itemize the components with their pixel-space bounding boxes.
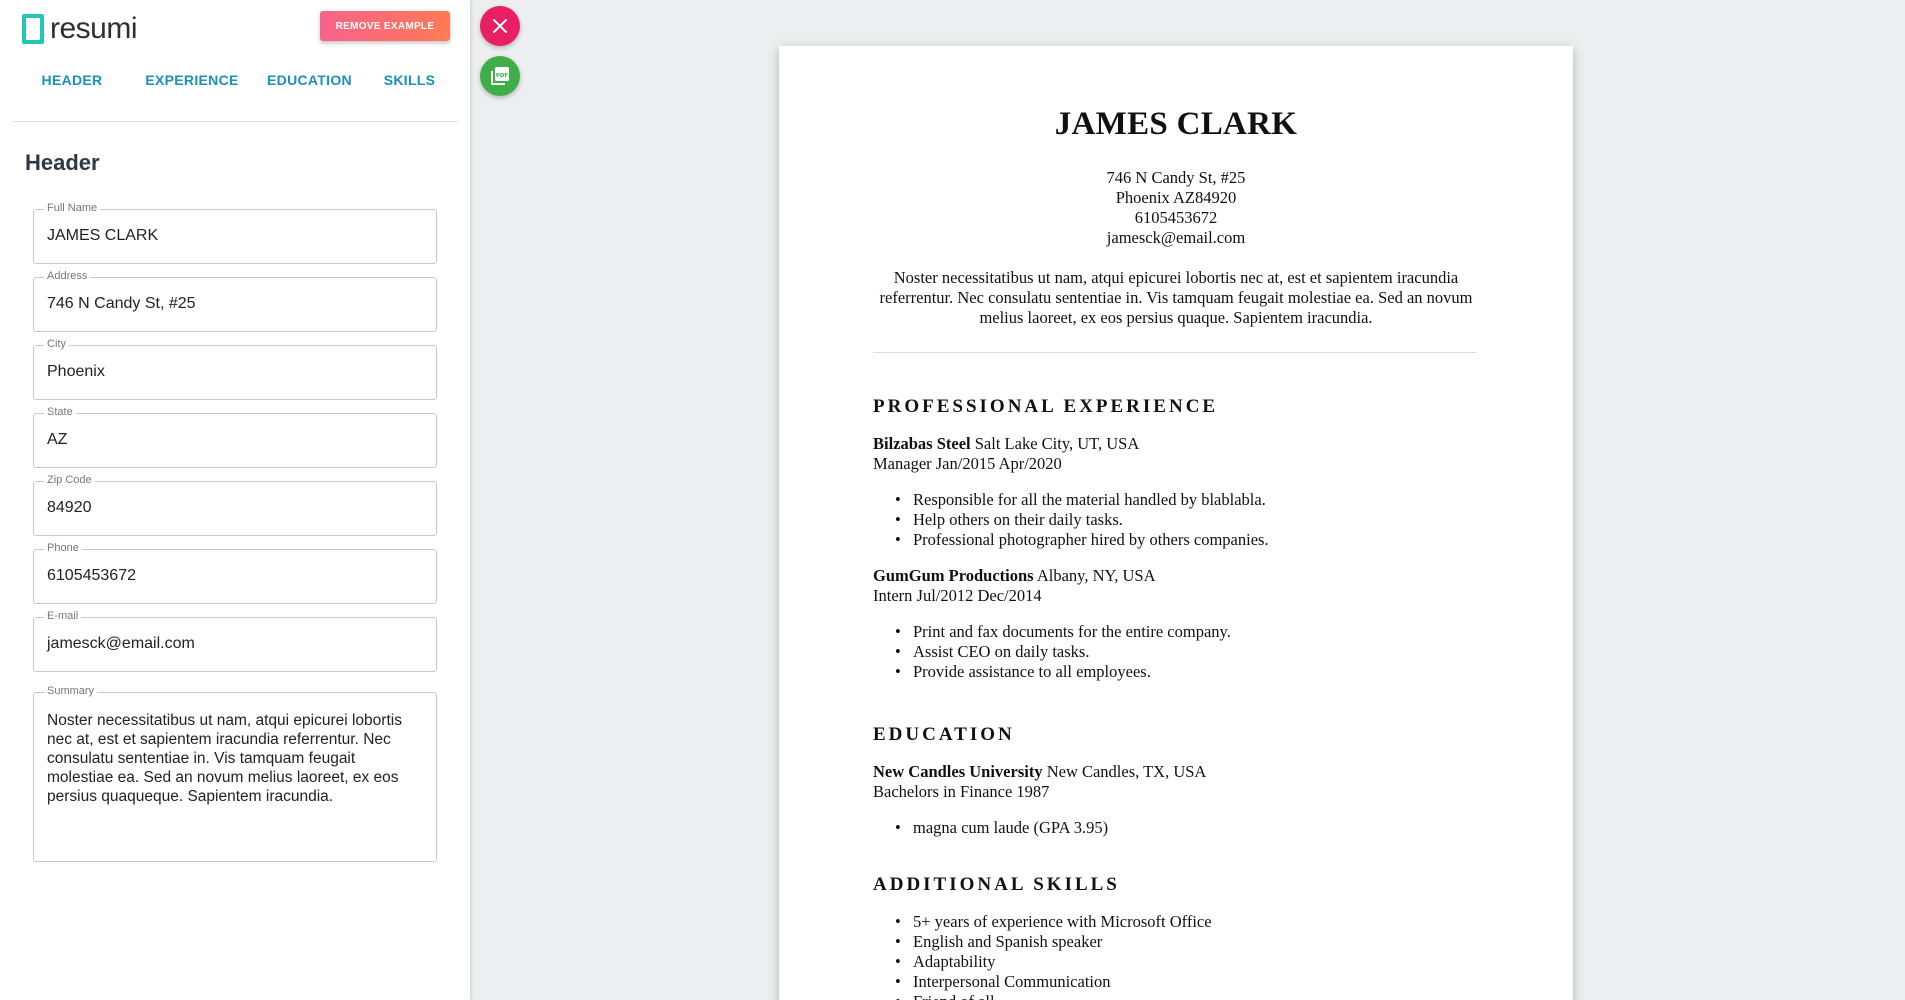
logo-icon	[22, 14, 44, 44]
list-item: Friend of all	[895, 992, 1493, 1000]
tab-skills[interactable]: SKILLS	[367, 62, 452, 121]
job-role: Intern Jul/2012 Dec/2014	[873, 586, 1042, 605]
field-label: State	[44, 406, 76, 418]
state-field[interactable]: State AZ	[33, 406, 437, 468]
summary-field[interactable]: Summary Noster necessitatibus ut nam, at…	[33, 685, 437, 862]
field-label: Zip Code	[44, 474, 95, 486]
resume-address: 746 N Candy St, #25	[1106, 168, 1246, 187]
field-value[interactable]: Noster necessitatibus ut nam, atqui epic…	[47, 711, 424, 806]
close-icon	[493, 19, 507, 33]
list-item: Adaptability	[895, 952, 1493, 972]
degree: Bachelors in Finance 1987	[873, 782, 1050, 801]
tab-experience[interactable]: EXPERIENCE	[132, 62, 252, 121]
section-heading: PROFESSIONAL EXPERIENCE	[873, 396, 1219, 417]
skills-list: 5+ years of experience with Microsoft Of…	[895, 912, 1493, 1000]
list-item: Interpersonal Communication	[895, 972, 1493, 992]
resume-email: jamesck@email.com	[1106, 228, 1246, 247]
job-bullets: Print and fax documents for the entire c…	[895, 622, 1493, 682]
field-value[interactable]: 746 N Candy St, #25	[47, 295, 196, 313]
resume-contact: 746 N Candy St, #25 Phoenix AZ84920 6105…	[779, 168, 1573, 248]
company-location: Salt Lake City, UT, USA	[974, 434, 1140, 453]
field-label: City	[44, 338, 69, 350]
form-section-title: Header	[25, 150, 100, 175]
experience-section: PROFESSIONAL EXPERIENCE Bilzabas Steel S…	[873, 396, 1493, 682]
job-bullets: Responsible for all the material handled…	[895, 490, 1493, 550]
list-item: Responsible for all the material handled…	[895, 490, 1493, 510]
logo-text: resumi	[50, 12, 138, 45]
email-field[interactable]: E-mail jamesck@email.com	[33, 610, 437, 672]
section-heading: ADDITIONAL SKILLS	[873, 874, 1120, 895]
company-location: Albany, NY, USA	[1036, 566, 1156, 585]
education-section: EDUCATION New Candles University New Can…	[873, 724, 1493, 838]
company-name: GumGum Productions	[873, 566, 1034, 585]
list-item: 5+ years of experience with Microsoft Of…	[895, 912, 1493, 932]
field-label: E-mail	[44, 610, 82, 622]
field-value[interactable]: jamesck@email.com	[47, 635, 195, 653]
resume-summary: Noster necessitatibus ut nam, atqui epic…	[879, 268, 1473, 327]
school-location: New Candles, TX, USA	[1046, 762, 1207, 781]
field-value[interactable]: 84920	[47, 499, 92, 517]
list-item: Print and fax documents for the entire c…	[895, 622, 1493, 642]
job-entry: Bilzabas Steel Salt Lake City, UT, USA M…	[873, 434, 1493, 550]
field-value[interactable]: Phoenix	[47, 363, 105, 381]
field-value[interactable]: 6105453672	[47, 567, 136, 585]
field-label: Full Name	[44, 202, 101, 214]
tab-education[interactable]: EDUCATION	[252, 62, 367, 121]
address-field[interactable]: Address 746 N Candy St, #25	[33, 270, 437, 332]
field-value[interactable]: JAMES CLARK	[47, 227, 158, 245]
field-label: Phone	[44, 542, 82, 554]
resume-city-state-zip: Phoenix AZ84920	[1115, 188, 1237, 207]
resume-phone: 6105453672	[1134, 208, 1218, 227]
field-value[interactable]: AZ	[47, 431, 67, 449]
full-name-field[interactable]: Full Name JAMES CLARK	[33, 202, 437, 264]
city-field[interactable]: City Phoenix	[33, 338, 437, 400]
zip-code-field[interactable]: Zip Code 84920	[33, 474, 437, 536]
remove-example-button[interactable]: REMOVE EXAMPLE	[320, 11, 450, 41]
list-item: magna cum laude (GPA 3.95)	[895, 818, 1493, 838]
logo: resumi	[22, 12, 138, 46]
list-item: Professional photographer hired by other…	[895, 530, 1493, 550]
field-label: Address	[44, 270, 91, 282]
list-item: Help others on their daily tasks.	[895, 510, 1493, 530]
section-heading: EDUCATION	[873, 724, 1015, 745]
education-bullets: magna cum laude (GPA 3.95)	[895, 818, 1493, 838]
job-role: Manager Jan/2015 Apr/2020	[873, 454, 1062, 473]
list-item: Provide assistance to all employees.	[895, 662, 1493, 682]
list-item: Assist CEO on daily tasks.	[895, 642, 1493, 662]
tab-header[interactable]: HEADER	[12, 62, 132, 121]
svg-text:PDF: PDF	[496, 73, 509, 79]
section-tabs: HEADER EXPERIENCE EDUCATION SKILLS	[12, 62, 458, 122]
resume-preview: JAMES CLARK 746 N Candy St, #25 Phoenix …	[779, 46, 1573, 1000]
close-button[interactable]	[480, 6, 520, 46]
download-pdf-button[interactable]: PDF	[480, 56, 520, 96]
phone-field[interactable]: Phone 6105453672	[33, 542, 437, 604]
resume-name: JAMES CLARK	[1054, 106, 1298, 142]
skills-section: ADDITIONAL SKILLS 5+ years of experience…	[873, 874, 1493, 1000]
list-item: English and Spanish speaker	[895, 932, 1493, 952]
field-label: Summary	[44, 685, 98, 697]
divider	[873, 352, 1477, 353]
job-entry: GumGum Productions Albany, NY, USA Inter…	[873, 566, 1493, 682]
school-name: New Candles University	[873, 762, 1043, 781]
editor-panel: resumi REMOVE EXAMPLE HEADER EXPERIENCE …	[0, 0, 470, 1000]
pdf-icon: PDF	[491, 67, 509, 85]
company-name: Bilzabas Steel	[873, 434, 971, 453]
